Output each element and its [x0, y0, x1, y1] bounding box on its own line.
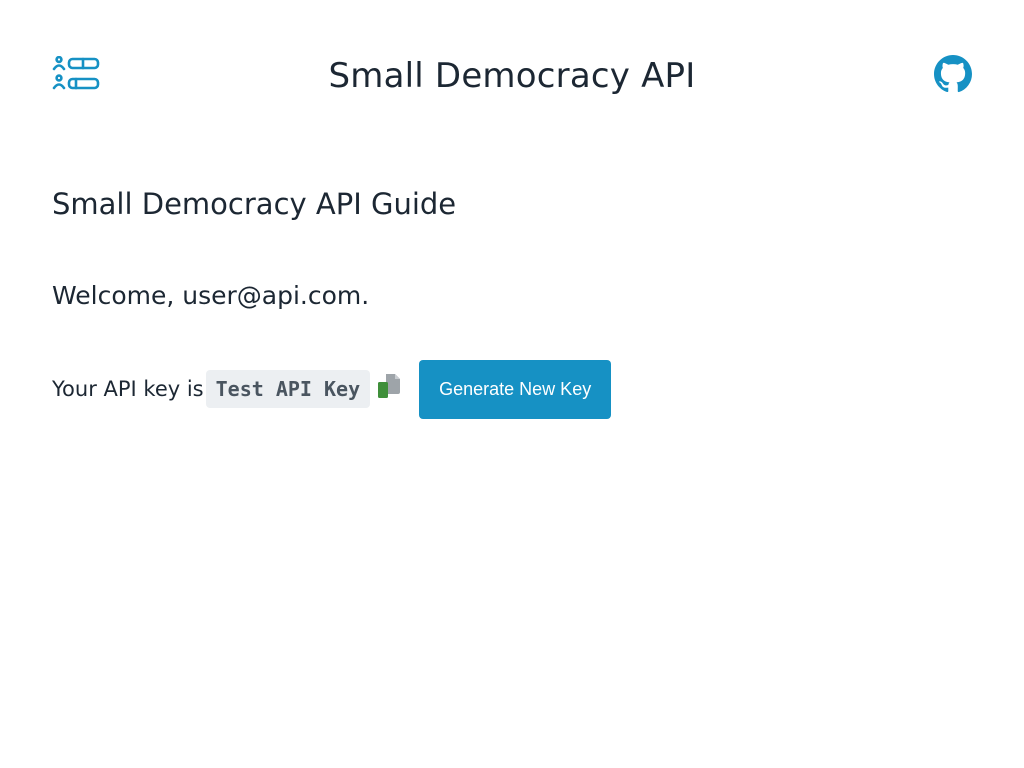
- welcome-message: Welcome, user@api.com.: [52, 281, 370, 310]
- api-key-row: Your API key is Test API Key Generate Ne…: [52, 359, 972, 419]
- api-key-label: Your API key is: [52, 377, 204, 401]
- main-content: Small Democracy API Guide Welcome, user@…: [52, 180, 972, 419]
- copy-icon[interactable]: [376, 373, 402, 401]
- github-icon[interactable]: [934, 55, 972, 93]
- page: Small Democracy API Small Democracy API …: [0, 0, 1024, 768]
- app-header: Small Democracy API: [0, 40, 1024, 112]
- page-title: Small Democracy API Guide: [52, 187, 457, 221]
- api-key-value: Test API Key: [205, 370, 371, 408]
- app-title: Small Democracy API: [328, 56, 696, 96]
- generate-new-key-button[interactable]: Generate New Key: [419, 359, 612, 419]
